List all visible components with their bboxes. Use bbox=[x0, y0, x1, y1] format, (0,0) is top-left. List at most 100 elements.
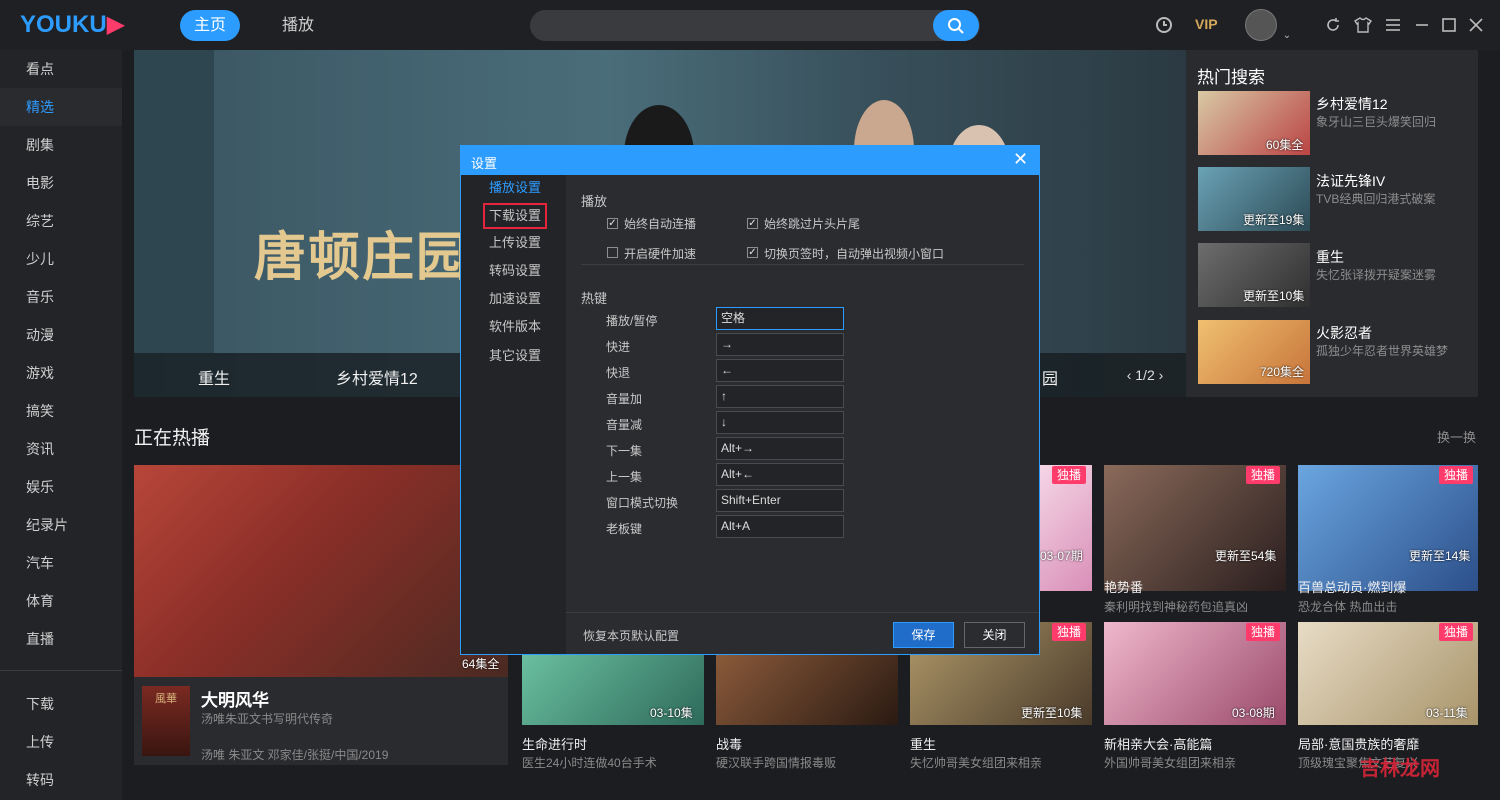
sidebar-item-auto[interactable]: 汽车 bbox=[0, 544, 122, 582]
video-card-title[interactable]: 新相亲大会·高能篇 bbox=[1104, 734, 1212, 753]
sidebar-item-anime[interactable]: 动漫 bbox=[0, 316, 122, 354]
exclusive-badge: 独播 bbox=[1246, 623, 1280, 641]
option-label[interactable]: 始终跳过片头片尾 bbox=[764, 215, 860, 232]
tab-home[interactable]: 主页 bbox=[180, 10, 240, 41]
sidebar: 看点 精选 剧集 电影 综艺 少儿 音乐 动漫 游戏 搞笑 资讯 娱乐 纪录片 … bbox=[0, 50, 122, 800]
option-label[interactable]: 开启硬件加速 bbox=[624, 245, 696, 262]
cancel-button[interactable]: 关闭 bbox=[964, 622, 1025, 648]
dialog-title: 设置 bbox=[471, 156, 498, 171]
hot-search-name[interactable]: 法证先锋IV bbox=[1316, 171, 1385, 191]
sidebar-item-featured[interactable]: 精选 bbox=[0, 88, 122, 126]
banner-strip-item[interactable]: 乡村爱情12 bbox=[336, 365, 418, 389]
hotkey-field[interactable]: ↓ bbox=[716, 411, 844, 434]
sidebar-item-music[interactable]: 音乐 bbox=[0, 278, 122, 316]
video-card-title[interactable]: 战毒 bbox=[716, 734, 742, 753]
tab-play[interactable]: 播放 bbox=[270, 10, 326, 41]
video-card-title[interactable]: 重生 bbox=[910, 734, 936, 753]
sidebar-item-variety[interactable]: 综艺 bbox=[0, 202, 122, 240]
hotkey-field[interactable]: → bbox=[716, 333, 844, 356]
hotkey-label: 上一集 bbox=[606, 470, 643, 484]
vip-link[interactable]: VIP bbox=[1195, 16, 1218, 32]
checkbox-unchecked[interactable] bbox=[607, 247, 618, 258]
video-card-title[interactable]: 艳势番 bbox=[1104, 577, 1143, 596]
video-card-title[interactable]: 生命进行时 bbox=[522, 734, 587, 753]
avatar[interactable] bbox=[1245, 9, 1277, 41]
option-label[interactable]: 切换页签时，自动弹出视频小窗口 bbox=[764, 245, 944, 262]
hot-search-desc: 失忆张译拨开疑案迷雾 bbox=[1316, 268, 1437, 282]
banner-title: 唐顿庄园 bbox=[254, 230, 471, 287]
sidebar-item-series[interactable]: 剧集 bbox=[0, 126, 122, 164]
youku-logo[interactable]: YOUKU▶ bbox=[20, 10, 125, 39]
hot-search-badge: 更新至10集 bbox=[1243, 289, 1305, 303]
hotkey-field[interactable]: Alt+← bbox=[716, 463, 844, 486]
save-button[interactable]: 保存 bbox=[893, 622, 954, 648]
video-card-title[interactable]: 局部·意国贵族的奢靡 bbox=[1298, 734, 1419, 753]
close-icon[interactable]: ✕ bbox=[1013, 149, 1028, 170]
hotkey-field[interactable]: Alt+→ bbox=[716, 437, 844, 460]
video-card-badge: 更新至54集 bbox=[1215, 549, 1277, 563]
hotkey-label: 窗口模式切换 bbox=[606, 496, 679, 510]
refresh-link[interactable]: 换一换 bbox=[1437, 427, 1476, 446]
maximize-icon[interactable] bbox=[1438, 14, 1460, 36]
skin-icon[interactable] bbox=[1352, 14, 1374, 36]
sidebar-item-sports[interactable]: 体育 bbox=[0, 582, 122, 620]
sidebar-item-upload[interactable]: 上传 bbox=[0, 723, 122, 761]
search-button[interactable] bbox=[933, 10, 979, 41]
hotkey-field[interactable]: ← bbox=[716, 359, 844, 382]
featured-poster[interactable] bbox=[134, 465, 508, 677]
settings-nav-accelerate[interactable]: 加速设置 bbox=[461, 286, 566, 312]
chevron-down-icon[interactable]: ⌄ bbox=[1276, 24, 1298, 46]
sidebar-item-live[interactable]: 直播 bbox=[0, 620, 122, 658]
featured-title[interactable]: 大明风华 bbox=[201, 686, 269, 711]
pager-prev-icon[interactable]: ‹ bbox=[1127, 367, 1132, 383]
sidebar-item-transcode[interactable]: 转码 bbox=[0, 761, 122, 799]
hotkey-label: 音量加 bbox=[606, 392, 643, 406]
sidebar-item-news[interactable]: 资讯 bbox=[0, 430, 122, 468]
sidebar-divider bbox=[0, 670, 122, 671]
sidebar-item-games[interactable]: 游戏 bbox=[0, 354, 122, 392]
sidebar-item-kandian[interactable]: 看点 bbox=[0, 50, 122, 88]
search-input[interactable] bbox=[530, 10, 980, 41]
video-card-thumb[interactable] bbox=[716, 655, 898, 725]
hot-search-title: 热门搜索 bbox=[1197, 68, 1265, 87]
option-label[interactable]: 始终自动连播 bbox=[624, 215, 696, 232]
sidebar-item-entertainment[interactable]: 娱乐 bbox=[0, 468, 122, 506]
checkbox-checked[interactable]: ✓ bbox=[747, 247, 758, 258]
refresh-icon[interactable] bbox=[1322, 14, 1344, 36]
checkbox-checked[interactable]: ✓ bbox=[747, 218, 758, 229]
restore-defaults-link[interactable]: 恢复本页默认配置 bbox=[583, 627, 679, 644]
hot-search-badge: 更新至19集 bbox=[1243, 213, 1305, 227]
checkbox-checked[interactable]: ✓ bbox=[607, 218, 618, 229]
exclusive-badge: 独播 bbox=[1246, 466, 1280, 484]
banner-pager[interactable]: ‹ 1/2 › bbox=[1104, 353, 1186, 397]
sidebar-item-kids[interactable]: 少儿 bbox=[0, 240, 122, 278]
sidebar-item-movies[interactable]: 电影 bbox=[0, 164, 122, 202]
hotkey-field[interactable]: 空格 bbox=[716, 307, 844, 330]
sidebar-item-comedy[interactable]: 搞笑 bbox=[0, 392, 122, 430]
hot-search-desc: TVB经典回归港式破案 bbox=[1316, 192, 1436, 206]
banner-strip-item[interactable]: 重生 bbox=[198, 365, 230, 389]
banner-strip-item[interactable]: 园 bbox=[1042, 365, 1058, 389]
hot-search-name[interactable]: 重生 bbox=[1316, 247, 1344, 267]
settings-nav-transcode[interactable]: 转码设置 bbox=[461, 258, 566, 284]
video-card-title[interactable]: 百兽总动员·燃到爆 bbox=[1298, 577, 1406, 596]
dialog-titlebar[interactable] bbox=[461, 146, 1039, 175]
video-card-badge: 更新至10集 bbox=[1021, 706, 1083, 720]
hotkey-field[interactable]: Alt+A bbox=[716, 515, 844, 538]
settings-nav-other[interactable]: 其它设置 bbox=[461, 343, 566, 369]
pager-next-icon[interactable]: › bbox=[1159, 367, 1164, 383]
hotkey-field[interactable]: Shift+Enter bbox=[716, 489, 844, 512]
menu-icon[interactable] bbox=[1382, 14, 1404, 36]
window-close-icon[interactable] bbox=[1465, 14, 1487, 36]
minimize-icon[interactable] bbox=[1411, 14, 1433, 36]
settings-nav-play[interactable]: 播放设置 bbox=[461, 175, 566, 201]
sidebar-item-documentary[interactable]: 纪录片 bbox=[0, 506, 122, 544]
settings-nav-upload[interactable]: 上传设置 bbox=[461, 230, 566, 256]
history-icon[interactable] bbox=[1153, 14, 1175, 36]
hot-search-name[interactable]: 火影忍者 bbox=[1316, 323, 1372, 343]
settings-nav-version[interactable]: 软件版本 bbox=[461, 314, 566, 340]
hotkey-label: 下一集 bbox=[606, 444, 643, 458]
hotkey-field[interactable]: ↑ bbox=[716, 385, 844, 408]
hot-search-name[interactable]: 乡村爱情12 bbox=[1316, 94, 1388, 114]
sidebar-item-download[interactable]: 下载 bbox=[0, 685, 122, 723]
